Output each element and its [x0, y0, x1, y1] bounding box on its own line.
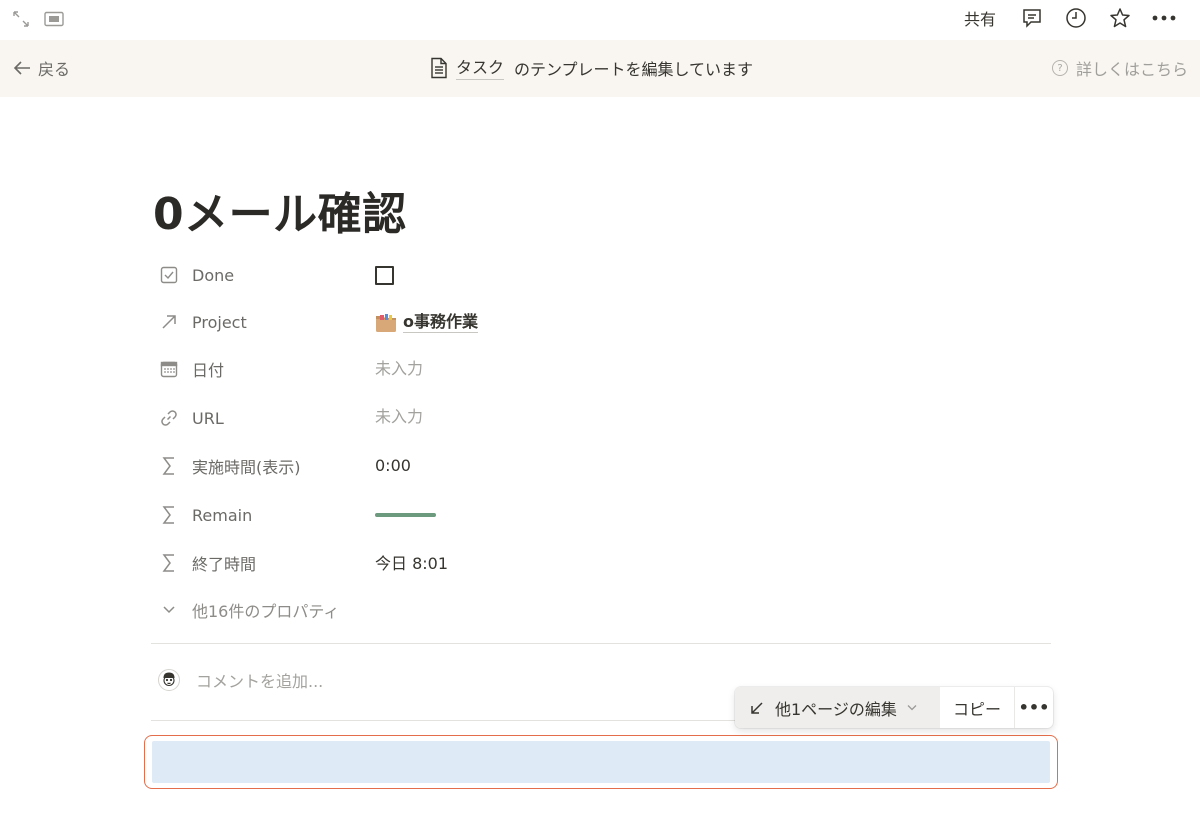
checkbox-icon: [158, 264, 180, 286]
property-value-duration[interactable]: 0:00: [375, 456, 411, 475]
question-icon: ?: [1051, 60, 1068, 76]
comment-icon[interactable]: [1010, 4, 1054, 32]
property-name-done[interactable]: Done: [158, 264, 234, 286]
done-checkbox[interactable]: [375, 265, 394, 285]
remain-progress-bar: [375, 513, 436, 517]
property-label: 終了時間: [192, 555, 257, 574]
property-label: Remain: [192, 505, 253, 525]
property-label: 実施時間(表示): [192, 458, 301, 477]
property-value-remain[interactable]: [375, 513, 436, 517]
property-row-date: 日付 未入力: [158, 349, 1038, 389]
arrow-down-left-icon: [751, 701, 763, 714]
property-value-url[interactable]: 未入力: [375, 403, 423, 427]
ellipsis-icon[interactable]: [1142, 4, 1186, 32]
property-name-date[interactable]: 日付: [158, 357, 224, 381]
chevron-down-icon: [158, 605, 180, 615]
back-label: 戻る: [38, 60, 71, 79]
property-name-project[interactable]: Project: [158, 311, 247, 333]
property-value-done[interactable]: [375, 265, 394, 285]
project-relation-link[interactable]: o事務作業: [403, 312, 478, 333]
property-name-duration[interactable]: 実施時間(表示): [158, 454, 301, 478]
property-value-end-time[interactable]: 今日 8:01: [375, 550, 448, 574]
more-properties-label: 他16件のプロパティ: [192, 602, 340, 621]
arrow-left-icon: [13, 61, 30, 75]
property-name-end-time[interactable]: 終了時間: [158, 551, 256, 575]
sigma-icon: [158, 504, 180, 526]
template-editing-notice: タスク のテンプレートを編集しています: [430, 56, 753, 80]
property-row-end-time: 終了時間 今日 8:01: [158, 543, 1038, 583]
relation-arrow-icon: [158, 311, 180, 333]
back-button[interactable]: 戻る: [12, 56, 70, 80]
avatar: [158, 669, 180, 691]
template-banner: 戻る タスク のテンプレートを編集しています ? 詳しくはこちら: [0, 40, 1200, 97]
divider: [151, 643, 1051, 644]
property-label: Project: [192, 312, 247, 332]
property-label: 日付: [192, 361, 225, 380]
document-icon: [430, 57, 448, 79]
property-name-url[interactable]: URL: [158, 407, 224, 429]
property-label: Done: [192, 265, 235, 285]
star-icon[interactable]: [1098, 4, 1142, 32]
link-icon: [158, 407, 180, 429]
sigma-icon: [158, 552, 180, 574]
edit-other-pages-label: 他1ページの編集: [775, 699, 897, 719]
more-properties-toggle[interactable]: 他16件のプロパティ: [158, 598, 339, 622]
property-row-remain: Remain: [158, 495, 1038, 535]
learn-more-label: 詳しくはこちら: [1075, 60, 1188, 79]
folder-icon: [375, 313, 397, 332]
comment-input-row[interactable]: コメントを追加...: [158, 668, 323, 692]
panel-icon[interactable]: [43, 8, 65, 30]
property-name-remain[interactable]: Remain: [158, 504, 252, 526]
more-options-button[interactable]: •••: [1015, 687, 1053, 728]
property-value-project[interactable]: o事務作業: [375, 312, 478, 333]
property-label: URL: [192, 408, 224, 428]
comment-placeholder[interactable]: コメントを追加...: [196, 668, 323, 692]
property-row-done: Done: [158, 255, 1038, 295]
selected-block[interactable]: [144, 735, 1058, 789]
property-value-date[interactable]: 未入力: [375, 355, 423, 379]
template-notice-text: のテンプレートを編集しています: [514, 60, 754, 79]
block-action-toolbar: 他1ページの編集 コピー •••: [735, 687, 1053, 728]
top-bar: 共有: [0, 0, 1200, 40]
property-row-project: Project o事務作業: [158, 302, 1038, 342]
page-title[interactable]: 0メール確認: [153, 178, 407, 242]
chevron-down-icon: [907, 705, 917, 711]
expand-diagonal-icon[interactable]: [10, 8, 32, 30]
share-button[interactable]: 共有: [956, 6, 1010, 30]
property-row-url: URL 未入力: [158, 398, 1038, 438]
edit-other-pages-button[interactable]: 他1ページの編集: [735, 687, 940, 728]
learn-more-link[interactable]: ? 詳しくはこちら: [1051, 56, 1188, 80]
sigma-icon: [158, 455, 180, 477]
copy-button[interactable]: コピー: [940, 687, 1015, 728]
property-row-duration: 実施時間(表示) 0:00: [158, 446, 1038, 486]
selected-block-highlight: [152, 741, 1050, 783]
calendar-icon: [158, 358, 180, 380]
clock-icon[interactable]: [1054, 4, 1098, 32]
template-name-link[interactable]: タスク: [456, 57, 505, 80]
